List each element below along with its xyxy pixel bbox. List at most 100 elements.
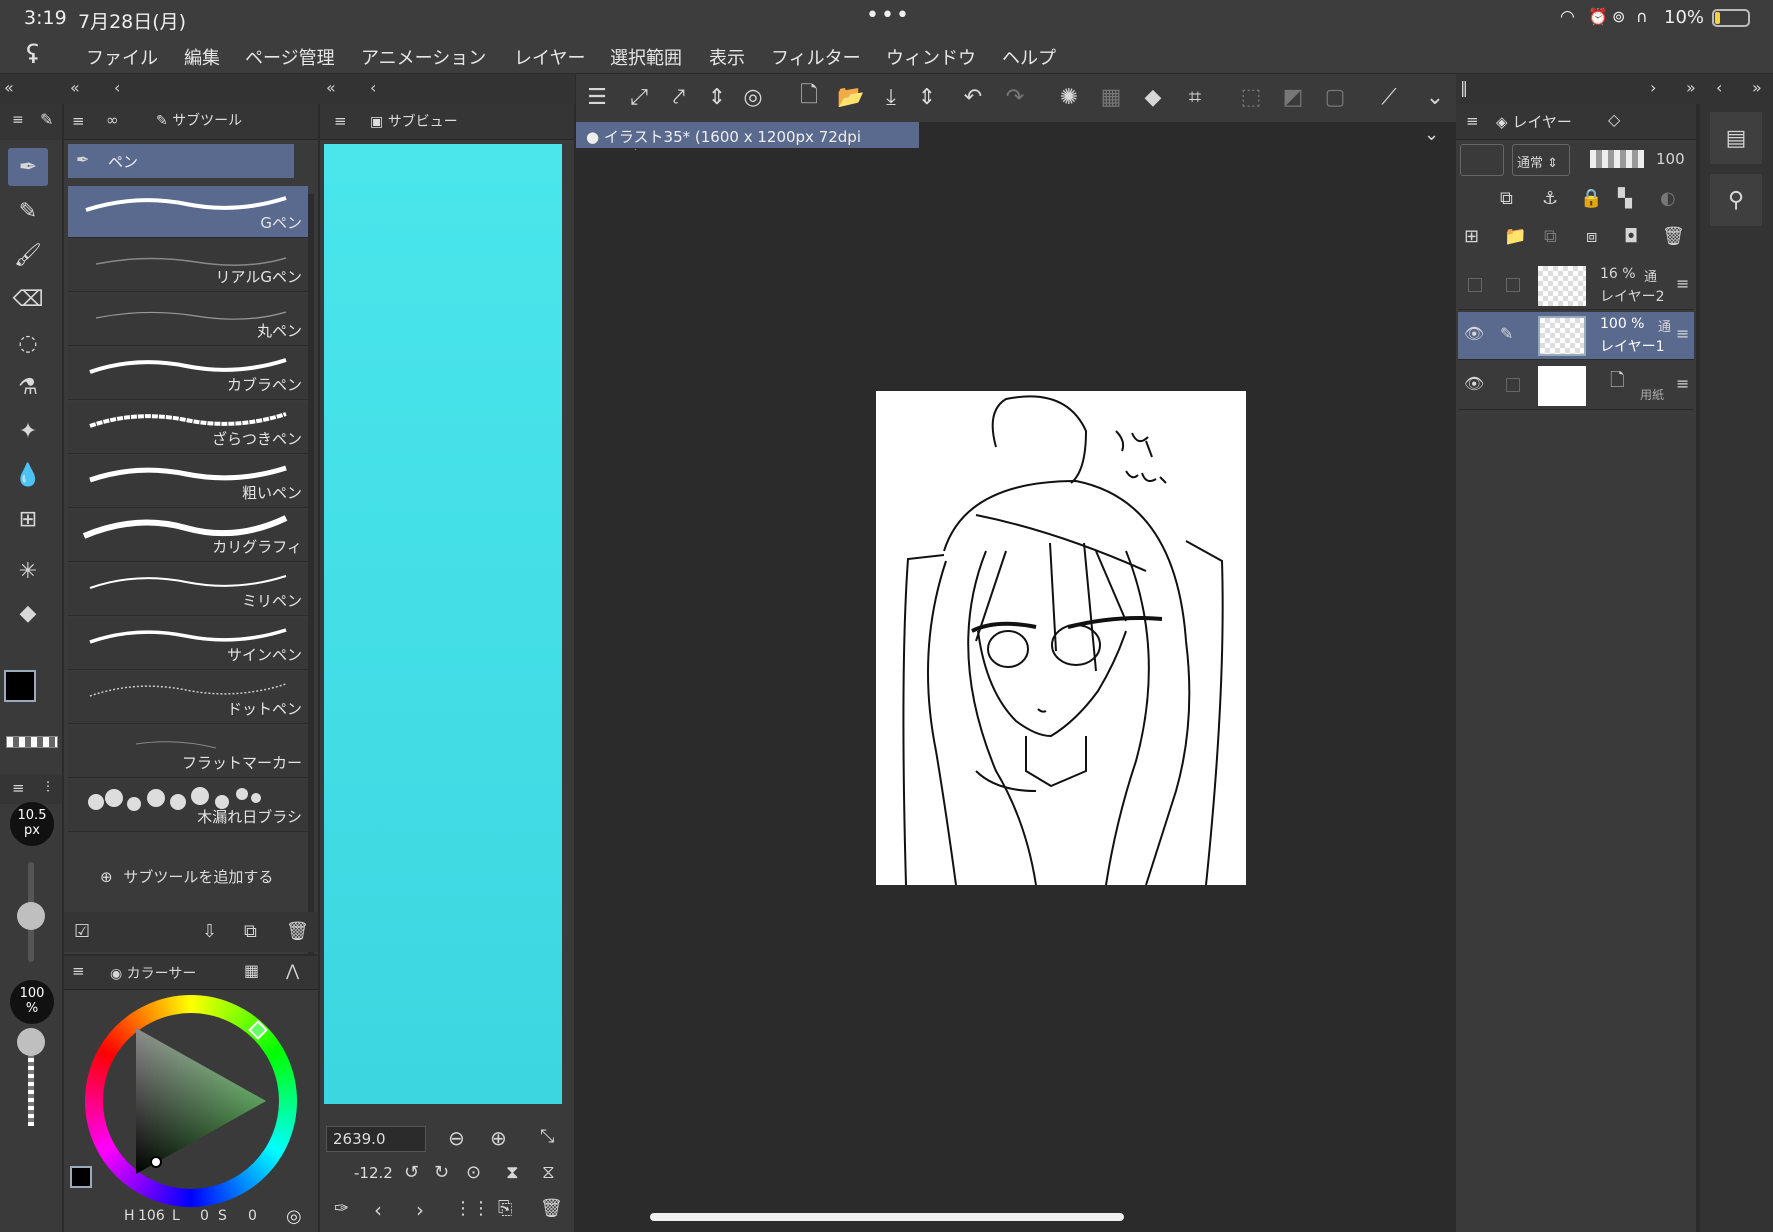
menu-icon[interactable]: ≡ xyxy=(72,112,85,130)
brush-item-milli-pen[interactable]: ミリペン xyxy=(68,564,308,616)
collapse-subtool-icon[interactable]: « xyxy=(70,78,80,97)
subtool-scrollbar[interactable] xyxy=(308,194,314,954)
merge-layer-icon[interactable]: ⧈ xyxy=(1586,226,1597,247)
edit-toggle[interactable] xyxy=(1506,278,1520,292)
next-image-icon[interactable]: › xyxy=(416,1198,424,1222)
redo-icon[interactable]: ↷ xyxy=(998,80,1032,114)
menu-edit[interactable]: 編集 xyxy=(184,44,220,70)
open-folder-icon[interactable]: 📂 xyxy=(834,80,868,114)
grid-icon[interactable]: ⋮⋮ xyxy=(454,1198,490,1219)
tab-subview[interactable]: ▣ サブビュー xyxy=(370,111,458,131)
layer-row-1[interactable]: 👁 ✎ 100 % 通 レイヤー1 ≡ xyxy=(1458,312,1694,360)
brush-size-settings-icon[interactable]: ⫶ xyxy=(46,778,50,796)
subview-zoom-field[interactable]: 2639.0 xyxy=(326,1126,426,1152)
layer-menu-icon[interactable]: ≡ xyxy=(1676,274,1689,293)
undo-icon[interactable]: ↶ xyxy=(956,80,990,114)
brush-item-real-gpen[interactable]: リアルGペン xyxy=(68,240,308,292)
quick-access-icon[interactable]: ◎ xyxy=(736,80,770,114)
color-picker-handle[interactable] xyxy=(150,1156,162,1168)
color-mode-icon[interactable]: ◎ xyxy=(286,1206,302,1227)
blend-tool-icon[interactable]: 💧 xyxy=(8,456,48,494)
layer-menu-icon[interactable]: ≡ xyxy=(1676,324,1689,343)
menu-layer[interactable]: レイヤー xyxy=(514,44,585,70)
reference-layer-icon[interactable]: ⚓ xyxy=(1542,188,1558,209)
menu-view[interactable]: 表示 xyxy=(709,44,745,70)
brush-item-kabura-pen[interactable]: カブラペン xyxy=(68,348,308,400)
brush-item-zaratsuki-pen[interactable]: ざらつきペン xyxy=(68,402,308,454)
brush-item-calligraphy[interactable]: カリグラフィ xyxy=(68,510,308,562)
chevron-left-icon[interactable]: ‹ xyxy=(1716,78,1722,97)
deselect-icon[interactable]: ⬚ xyxy=(1234,80,1268,114)
collapse-subview-icon[interactable]: « xyxy=(326,78,336,97)
dock-handle-icon[interactable]: ‖ xyxy=(1460,78,1468,97)
flip-vertical-icon[interactable]: ⧖ xyxy=(542,1162,555,1183)
pen-tool-icon[interactable]: ✒ xyxy=(8,148,48,186)
chevron-down-icon[interactable]: ⌄ xyxy=(1418,80,1452,114)
canvas-tab[interactable]: ● イラスト35* (1600 x 1200px 72dpi 41.1%) xyxy=(576,122,919,165)
layer-property-tab-icon[interactable]: ◇ xyxy=(1608,110,1620,129)
opacity-slider-thumb[interactable] xyxy=(17,1028,45,1056)
menu-icon[interactable]: ≡ xyxy=(334,112,347,130)
brush-tool-icon[interactable]: 🖌 xyxy=(8,236,48,274)
expand-icon[interactable]: ⇕ xyxy=(700,80,734,114)
rotate-right-icon[interactable]: ↻ xyxy=(434,1162,449,1183)
blend-mode-select[interactable]: 通常 ⇕ xyxy=(1512,144,1570,176)
clip-layer-icon[interactable]: ⧉ xyxy=(1500,188,1513,209)
pen-tab-icon[interactable]: ✎ xyxy=(40,110,53,129)
link-icon[interactable]: ∞ xyxy=(106,111,119,129)
brush-item-arai-pen[interactable]: 粗いペン xyxy=(68,456,308,508)
menu-window[interactable]: ウィンドウ xyxy=(886,44,976,70)
layer-row-paper[interactable]: 👁 🗋 用紙 ≡ xyxy=(1458,362,1694,410)
chevron-down-icon[interactable]: ⌄ xyxy=(1424,124,1439,145)
lock-icon[interactable]: 🔒 xyxy=(1580,188,1602,209)
duplicate-icon[interactable]: ⧉ xyxy=(244,921,257,942)
brush-item-flat-marker[interactable]: フラットマーカー xyxy=(68,726,308,778)
menu-file[interactable]: ファイル xyxy=(86,44,158,70)
transparent-color-swatch[interactable] xyxy=(6,736,58,748)
subtool-settings-icon[interactable]: ☑ xyxy=(74,921,90,942)
tab-layer[interactable]: ◈ レイヤー xyxy=(1496,111,1572,132)
layer-row-2[interactable]: 16 % 通 レイヤー2 ≡ xyxy=(1458,262,1694,310)
prev-image-icon[interactable]: ‹ xyxy=(374,1198,382,1222)
menu-filter[interactable]: フィルター xyxy=(771,44,861,70)
pen-pressure-icon[interactable]: ⟋ xyxy=(1372,80,1406,114)
app-logo-icon[interactable]: ʢ xyxy=(26,40,39,70)
loading-icon[interactable]: ✺ xyxy=(1052,80,1086,114)
intermediate-color-tab-icon[interactable]: ⋀ xyxy=(286,961,299,980)
chevron-left-icon[interactable]: ‹ xyxy=(370,78,376,97)
invert-selection-icon[interactable]: ◩ xyxy=(1276,80,1310,114)
edit-toggle[interactable] xyxy=(1506,378,1520,392)
new-file-icon[interactable]: 🗋 xyxy=(792,80,826,114)
fill-tool-icon[interactable]: ◆ xyxy=(8,594,48,632)
menu-selection[interactable]: 選択範囲 xyxy=(610,44,682,70)
mask-toggle-icon[interactable]: ◐ xyxy=(1660,188,1676,209)
resize-canvas-icon[interactable]: ⤢ xyxy=(622,80,656,114)
menu-icon[interactable]: ≡ xyxy=(1466,112,1479,130)
tab-subtool[interactable]: ✎ サブツール xyxy=(156,110,242,130)
layer-opacity-slider[interactable] xyxy=(1590,150,1644,168)
collapse-right-icon[interactable]: » xyxy=(1752,78,1762,97)
brush-size-slider-thumb[interactable] xyxy=(17,902,45,930)
import-image-icon[interactable]: ⎘ xyxy=(498,1198,512,1219)
decoration-tool-icon[interactable]: ✦ xyxy=(8,412,48,450)
brush-size-slider[interactable] xyxy=(17,862,45,962)
subtool-group-header[interactable]: ✒ ペン xyxy=(68,144,294,178)
menu-help[interactable]: ヘルプ xyxy=(1002,44,1056,70)
menu-icon[interactable]: ≡ xyxy=(12,112,24,128)
brush-item-komorebi-brush[interactable]: 木漏れ日ブラシ xyxy=(68,780,308,832)
add-subtool-button[interactable]: ⊕ サブツールを追加する xyxy=(100,866,273,887)
lock-transparency-icon[interactable]: ▚ xyxy=(1618,188,1632,209)
transform-icon[interactable]: ⤤ xyxy=(662,80,696,114)
layer-menu-icon[interactable]: ≡ xyxy=(1676,374,1689,393)
visibility-toggle[interactable] xyxy=(1468,278,1482,292)
clear-icon[interactable]: ▦ xyxy=(1094,80,1128,114)
reset-rotation-icon[interactable]: ⊙ xyxy=(466,1162,481,1183)
eraser-tool-icon[interactable]: ⌫ xyxy=(8,280,48,318)
home-indicator[interactable] xyxy=(650,1213,1124,1221)
search-panel-icon[interactable]: ⚲ xyxy=(1710,174,1762,226)
layer-opacity-value[interactable]: 100 xyxy=(1656,150,1685,168)
pen-edit-icon[interactable]: ✎ xyxy=(1500,324,1513,343)
hamburger-menu-icon[interactable]: ☰ xyxy=(580,80,614,114)
main-color-swatch[interactable] xyxy=(4,670,36,702)
eye-icon[interactable]: 👁 xyxy=(1464,374,1484,393)
